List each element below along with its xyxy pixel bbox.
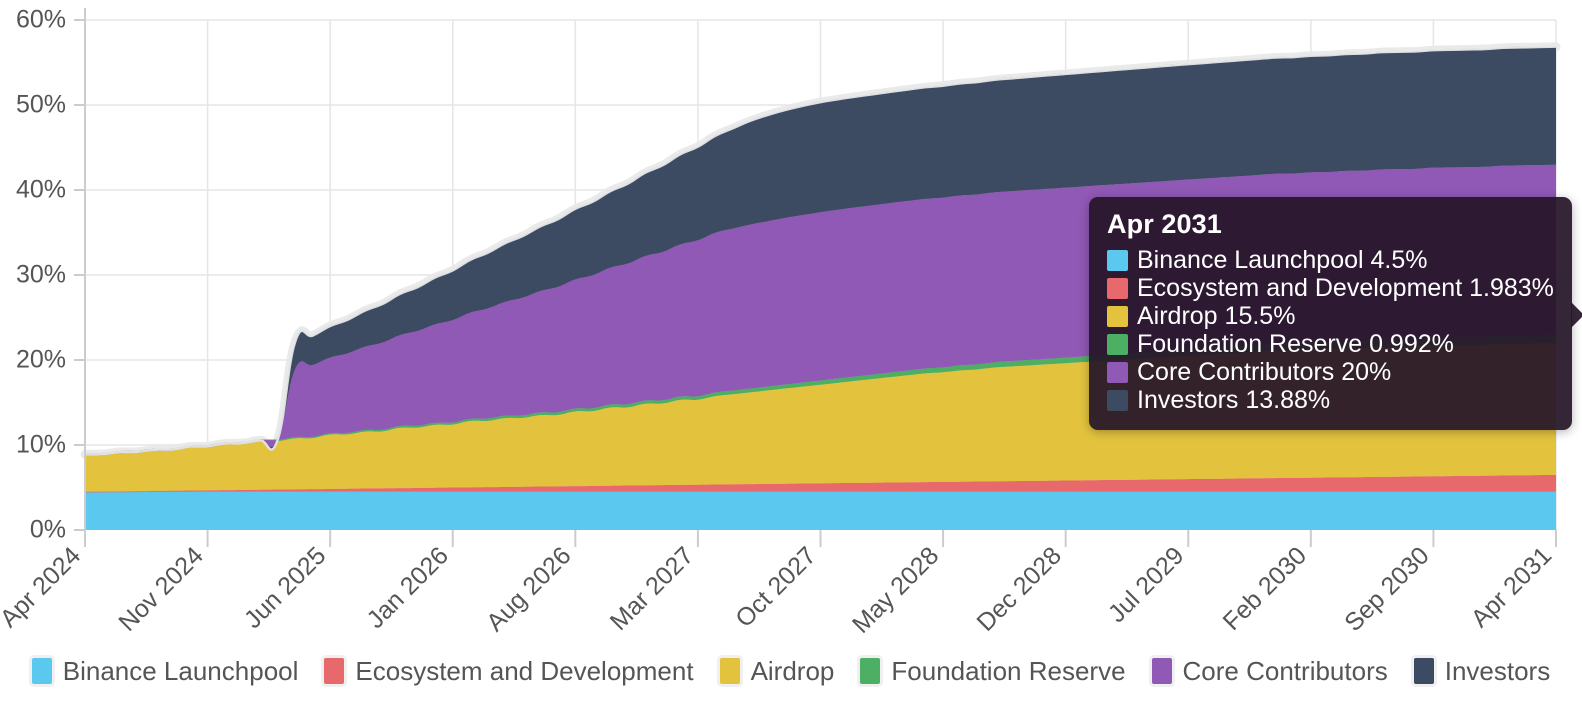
legend-item-label: Investors bbox=[1444, 655, 1551, 686]
tooltip-swatch-icon bbox=[1107, 389, 1128, 411]
tooltip-row-label: Investors 13.88% bbox=[1137, 385, 1331, 414]
x-tick-label: Oct 2027 bbox=[730, 541, 822, 633]
tooltip-row-label: Core Contributors 20% bbox=[1137, 357, 1392, 386]
x-tick-label: Aug 2026 bbox=[481, 541, 576, 636]
x-tick-label: Jan 2026 bbox=[361, 541, 454, 634]
legend-item-core-contributors[interactable]: Core Contributors bbox=[1151, 655, 1388, 687]
x-tick-label: Apr 2031 bbox=[1466, 541, 1558, 633]
y-tick-label: 50% bbox=[16, 91, 66, 119]
legend-swatch-icon bbox=[1151, 658, 1172, 684]
legend-item-investors[interactable]: Investors bbox=[1413, 655, 1551, 687]
tooltip-row: Core Contributors 20% bbox=[1107, 358, 1554, 386]
chart-legend[interactable]: Binance Launchpool Ecosystem and Developm… bbox=[0, 648, 1582, 694]
legend-item-binance-launchpool[interactable]: Binance Launchpool bbox=[31, 655, 299, 687]
y-tick-label: 10% bbox=[16, 431, 66, 459]
x-tick-label: Dec 2028 bbox=[971, 541, 1066, 636]
x-tick-label: Jun 2025 bbox=[239, 541, 332, 634]
x-tick-label: Nov 2024 bbox=[113, 541, 209, 637]
legend-swatch-icon bbox=[860, 658, 881, 684]
tooltip-title: Apr 2031 bbox=[1107, 209, 1222, 239]
area-series-binance-launchpool[interactable] bbox=[85, 491, 1556, 530]
chart-tooltip: Apr 2031 Binance Launchpool 4.5% Ecosyste… bbox=[1089, 197, 1582, 430]
x-tick-label: Jul 2029 bbox=[1103, 541, 1190, 628]
y-tick-label: 40% bbox=[16, 176, 66, 204]
tooltip-swatch-icon bbox=[1107, 249, 1128, 271]
legend-item-foundation-reserve[interactable]: Foundation Reserve bbox=[860, 655, 1126, 687]
y-axis-tick-labels: 0% 10% 20% 30% 40% 50% 60% bbox=[16, 6, 66, 544]
legend-item-label: Binance Launchpool bbox=[62, 655, 299, 686]
legend-swatch-icon bbox=[324, 658, 345, 684]
tooltip-row: Foundation Reserve 0.992% bbox=[1107, 330, 1554, 358]
legend-item-label: Ecosystem and Development bbox=[355, 655, 694, 686]
tooltip-row-label: Foundation Reserve 0.992% bbox=[1137, 329, 1454, 358]
y-tick-label: 0% bbox=[30, 516, 66, 544]
x-axis-tick-labels: Apr 2024 Nov 2024 Jun 2025 Jan 2026 Aug 2026… bbox=[0, 541, 1557, 639]
x-tick-label: Sep 2030 bbox=[1339, 541, 1434, 636]
x-tick-label: Feb 2030 bbox=[1218, 541, 1312, 635]
legend-item-label: Airdrop bbox=[750, 655, 835, 686]
tooltip-row: Ecosystem and Development 1.983% bbox=[1107, 274, 1554, 302]
tooltip-swatch-icon bbox=[1107, 305, 1128, 327]
tooltip-row-label: Binance Launchpool 4.5% bbox=[1137, 245, 1428, 274]
legend-item-airdrop[interactable]: Airdrop bbox=[719, 655, 835, 687]
tooltip-rows: Binance Launchpool 4.5% Ecosystem and Dev… bbox=[1107, 246, 1554, 414]
tooltip-row: Airdrop 15.5% bbox=[1107, 302, 1554, 330]
x-tick-label: May 2028 bbox=[847, 541, 944, 638]
tooltip-row-label: Airdrop 15.5% bbox=[1137, 301, 1296, 330]
legend-swatch-icon bbox=[31, 658, 52, 684]
token-unlock-area-chart: 0% 10% 20% 30% 40% 50% 60% Apr 2024 Nov 2024 Jun… bbox=[0, 0, 1582, 705]
tooltip-row: Binance Launchpool 4.5% bbox=[1107, 246, 1554, 274]
tooltip-swatch-icon bbox=[1107, 333, 1128, 355]
y-tick-label: 60% bbox=[16, 6, 66, 34]
tooltip-swatch-icon bbox=[1107, 361, 1128, 383]
legend-item-label: Foundation Reserve bbox=[891, 655, 1126, 686]
legend-item-label: Core Contributors bbox=[1182, 655, 1388, 686]
y-tick-label: 20% bbox=[16, 346, 66, 374]
legend-swatch-icon bbox=[719, 658, 740, 684]
x-tick-label: Mar 2027 bbox=[605, 541, 699, 635]
tooltip-row: Investors 13.88% bbox=[1107, 386, 1554, 414]
legend-item-ecosystem-and-development[interactable]: Ecosystem and Development bbox=[324, 655, 694, 687]
x-tick-label: Apr 2024 bbox=[0, 541, 86, 633]
tooltip-swatch-icon bbox=[1107, 277, 1128, 299]
legend-swatch-icon bbox=[1413, 658, 1434, 684]
tooltip-row-label: Ecosystem and Development 1.983% bbox=[1137, 273, 1554, 302]
y-tick-label: 30% bbox=[16, 261, 66, 289]
